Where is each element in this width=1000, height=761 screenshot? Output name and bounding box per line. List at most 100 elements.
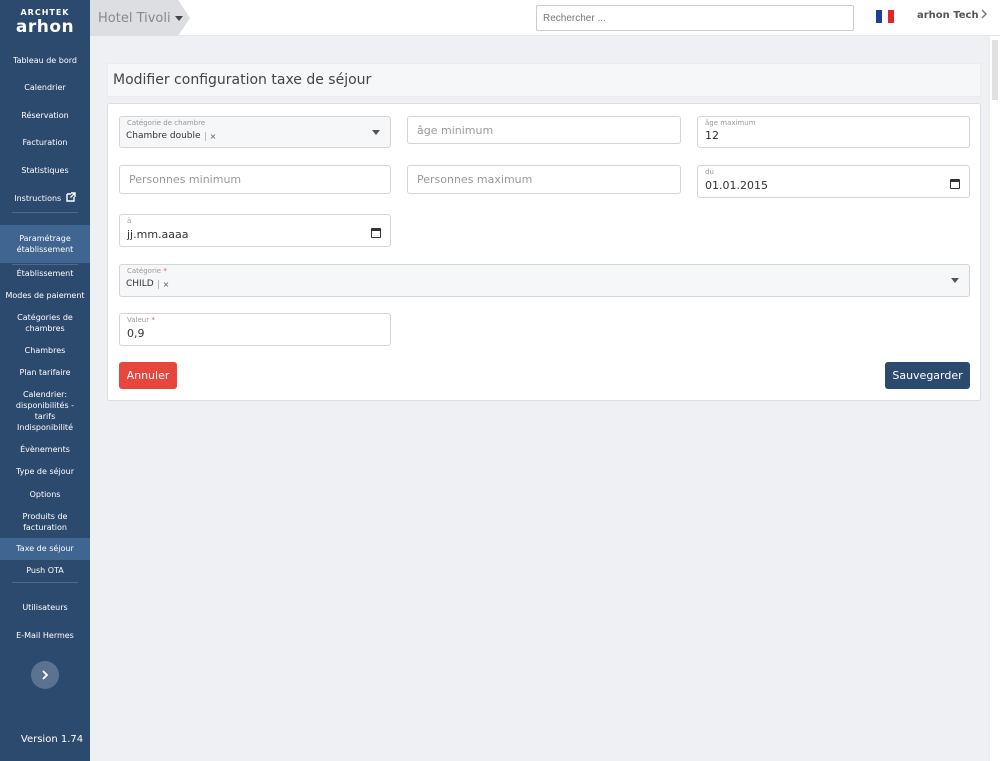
sidebar-collapse-button[interactable] — [31, 661, 59, 689]
calendar-icon[interactable] — [371, 228, 381, 238]
age-min-placeholder: âge minimum — [417, 124, 494, 137]
sidebar-item-label: Indisponibilité — [17, 423, 73, 432]
value-input[interactable]: Valeur * 0,9 — [119, 313, 391, 346]
sidebar-item-label: Type de séjour — [15, 467, 75, 476]
sidebar-item-users[interactable]: Utilisateurs — [0, 602, 90, 613]
category-select[interactable]: Catégorie * CHILD × — [119, 264, 970, 297]
category-label: Catégorie * — [127, 267, 167, 275]
sidebar: ARCHTEK arhon Tableau de bord Calendrier… — [0, 0, 90, 761]
sidebar-divider — [12, 264, 78, 265]
sidebar-item-calendar[interactable]: Calendrier — [0, 82, 90, 93]
remove-chip-button[interactable]: × — [157, 279, 169, 289]
sidebar-item-options[interactable]: Options — [0, 489, 90, 500]
required-marker: * — [151, 316, 155, 324]
sidebar-item-email-hermes[interactable]: E-Mail Hermes — [0, 630, 90, 641]
brand-logo-main: arhon — [15, 17, 75, 37]
sidebar-item-label: Produits de facturation — [22, 512, 68, 532]
sidebar-item-label: Utilisateurs — [22, 603, 68, 612]
persons-min-placeholder: Personnes minimum — [129, 173, 242, 186]
hotel-selector[interactable]: Hotel Tivoli — [90, 0, 190, 36]
value-value: 0,9 — [127, 327, 145, 340]
sidebar-item-reservation[interactable]: Réservation — [0, 110, 90, 121]
persons-max-placeholder: Personnes maximum — [417, 173, 533, 186]
date-from-input[interactable]: du 01.01.2015 — [697, 165, 970, 198]
persons-min-input[interactable]: Personnes minimum — [119, 165, 391, 194]
age-max-value: 12 — [705, 129, 719, 142]
sidebar-item-label: Calendrier: disponibilités - tarifs — [15, 390, 75, 421]
date-to-input[interactable]: à jj.mm.aaaa — [119, 214, 391, 247]
sidebar-item-label: Plan tarifaire — [19, 368, 71, 377]
sidebar-item-label: Taxe de séjour — [16, 544, 74, 553]
remove-chip-button[interactable]: × — [204, 131, 216, 141]
sidebar-item-label: Établissement — [16, 269, 74, 278]
sidebar-divider — [12, 582, 78, 583]
room-category-value: Chambre double — [126, 131, 201, 141]
sidebar-item-label: Réservation — [21, 111, 69, 120]
required-marker: * — [163, 267, 167, 275]
caret-down-icon — [372, 130, 380, 135]
sidebar-item-label: Tableau de bord — [13, 56, 77, 65]
room-category-select[interactable]: Catégorie de chambre Chambre double × — [119, 116, 391, 148]
sidebar-item-billing[interactable]: Facturation — [0, 137, 90, 148]
search-input[interactable] — [536, 5, 854, 31]
top-bar: Hotel Tivoli arhon Tech — [90, 0, 1000, 36]
sidebar-item-establishment[interactable]: Établissement — [0, 268, 90, 279]
sidebar-section-settings[interactable]: Paramétrage établissement — [0, 225, 90, 263]
sidebar-divider — [12, 212, 78, 213]
sidebar-item-label: Modes de paiement — [5, 291, 85, 300]
tax-config-form: Catégorie de chambre Chambre double × âg… — [107, 103, 981, 401]
page-title: Modifier configuration taxe de séjour — [113, 72, 372, 88]
caret-down-icon — [951, 278, 959, 283]
scrollbar-thumb[interactable] — [992, 40, 998, 100]
sidebar-item-rooms[interactable]: Chambres — [0, 345, 90, 356]
save-button[interactable]: Sauvegarder — [885, 362, 970, 389]
sidebar-item-label: Push OTA — [26, 566, 64, 575]
value-label: Valeur * — [127, 316, 155, 324]
chevron-right-icon — [42, 670, 49, 680]
calendar-icon[interactable] — [950, 179, 960, 189]
cancel-button[interactable]: Annuler — [119, 362, 177, 389]
sidebar-item-availability-calendar[interactable]: Calendrier: disponibilités - tarifs — [0, 389, 90, 422]
sidebar-item-rate-plan[interactable]: Plan tarifaire — [0, 367, 90, 378]
sidebar-item-label: Statistiques — [21, 166, 69, 175]
sidebar-item-tourist-tax[interactable]: Taxe de séjour — [0, 538, 90, 560]
sidebar-item-instructions[interactable]: Instructions — [0, 192, 90, 204]
sidebar-item-label: Paramétrage établissement — [16, 234, 74, 254]
sidebar-item-stay-type[interactable]: Type de séjour — [0, 466, 90, 477]
sidebar-item-label: Facturation — [22, 138, 68, 147]
date-from-value: 01.01.2015 — [705, 179, 768, 192]
chevron-right-icon[interactable] — [981, 9, 987, 19]
user-menu[interactable]: arhon Tech — [917, 10, 979, 21]
sidebar-item-billing-products[interactable]: Produits de facturation — [0, 511, 90, 533]
age-max-input[interactable]: âge maximum 12 — [697, 116, 970, 148]
scrollbar-track[interactable] — [990, 36, 1000, 761]
sidebar-item-label: Instructions — [14, 194, 62, 203]
sidebar-item-label: Évènements — [20, 445, 70, 454]
sidebar-item-events[interactable]: Évènements — [0, 444, 90, 455]
room-category-chip: Chambre double × — [126, 131, 216, 141]
page-header: Modifier configuration taxe de séjour — [107, 63, 981, 97]
date-to-value: jj.mm.aaaa — [127, 228, 189, 241]
sidebar-item-statistics[interactable]: Statistiques — [0, 165, 90, 176]
app-version: Version 1.74 — [20, 734, 84, 745]
sidebar-item-label: Chambres — [24, 346, 66, 355]
room-category-label: Catégorie de chambre — [127, 119, 206, 127]
age-min-input[interactable]: âge minimum — [407, 116, 681, 144]
date-to-label: à — [127, 217, 132, 225]
category-chip: CHILD × — [126, 279, 169, 289]
brand-logo[interactable]: ARCHTEK arhon — [0, 8, 90, 36]
flag-france-icon[interactable] — [876, 10, 894, 23]
persons-max-input[interactable]: Personnes maximum — [407, 165, 681, 194]
sidebar-item-label: Calendrier — [24, 83, 66, 92]
category-value: CHILD — [126, 279, 154, 289]
date-from-label: du — [705, 168, 714, 176]
age-max-label: âge maximum — [705, 119, 756, 127]
external-link-icon — [66, 192, 76, 202]
sidebar-item-push-ota[interactable]: Push OTA — [0, 565, 90, 576]
sidebar-item-dashboard[interactable]: Tableau de bord — [0, 55, 90, 66]
sidebar-item-unavailability[interactable]: Indisponibilité — [0, 422, 90, 433]
sidebar-item-room-categories[interactable]: Catégories de chambres — [0, 312, 90, 334]
sidebar-item-payment-modes[interactable]: Modes de paiement — [0, 290, 90, 301]
caret-down-icon — [174, 15, 183, 21]
sidebar-item-label: Options — [29, 490, 61, 499]
